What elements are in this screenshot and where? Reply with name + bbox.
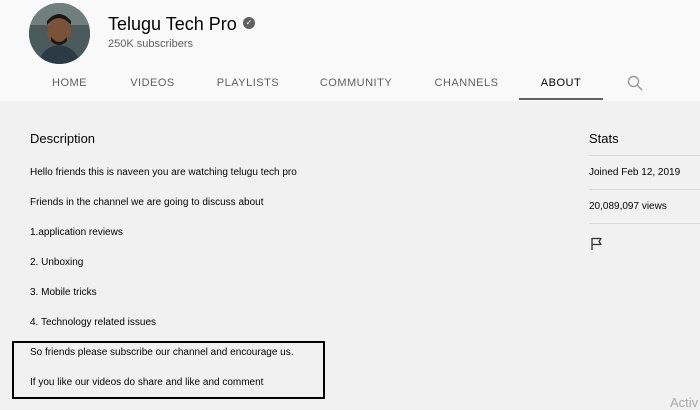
- joined-date: Joined Feb 12, 2019: [589, 167, 681, 178]
- description-line: 3. Mobile tricks: [30, 287, 97, 298]
- verified-badge-icon: ✓: [243, 17, 255, 29]
- tab-videos[interactable]: VIDEOS: [126, 65, 179, 101]
- subscriber-count: 250K subscribers: [108, 38, 193, 50]
- tab-playlists[interactable]: PLAYLISTS: [213, 65, 283, 101]
- stats-divider: [589, 155, 700, 156]
- view-count: 20,089,097 views: [589, 201, 667, 212]
- stats-divider: [589, 223, 700, 224]
- stats-title: Stats: [589, 131, 619, 146]
- description-line: Hello friends this is naveen you are wat…: [30, 167, 297, 178]
- highlight-box: [12, 341, 325, 399]
- tab-home[interactable]: HOME: [48, 65, 91, 101]
- activation-watermark: Activ: [670, 395, 699, 410]
- description-title: Description: [30, 131, 96, 146]
- description-line: 4. Technology related issues: [30, 317, 157, 328]
- description-line: 2. Unboxing: [30, 257, 84, 268]
- stats-divider: [589, 189, 700, 190]
- description-line: 1.application reviews: [30, 227, 123, 238]
- channel-avatar[interactable]: [29, 3, 90, 64]
- description-line: Friends in the channel we are going to d…: [30, 197, 264, 208]
- tab-channels[interactable]: CHANNELS: [431, 65, 502, 101]
- tab-about[interactable]: ABOUT: [519, 65, 603, 101]
- active-tab-indicator: [519, 98, 603, 100]
- channel-name: Telugu Tech Pro: [108, 14, 237, 34]
- tab-community[interactable]: COMMUNITY: [316, 65, 396, 101]
- channel-tabs: HOME VIDEOS PLAYLISTS COMMUNITY CHANNELS…: [0, 65, 700, 101]
- search-icon[interactable]: [627, 75, 643, 91]
- flag-icon[interactable]: [590, 237, 604, 251]
